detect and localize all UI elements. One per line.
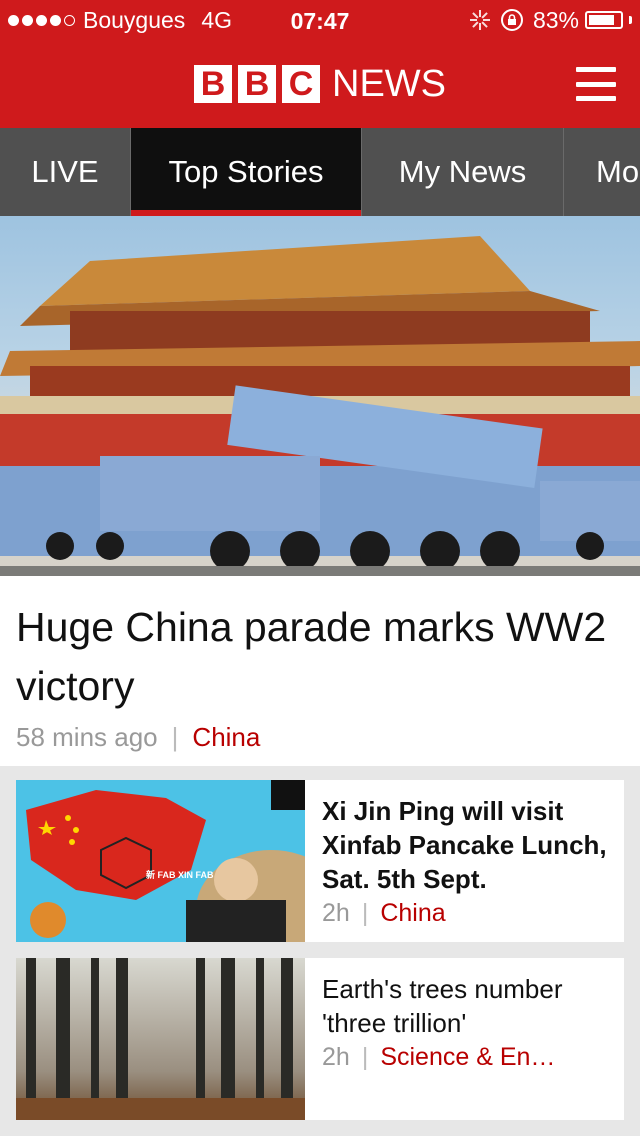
story-meta: 2h | Science & En…: [322, 1043, 610, 1072]
hero-meta: 58 mins ago | China: [16, 722, 624, 753]
story-list: 新 FAB XIN FAB Xi Jin Ping will visit Xin…: [0, 766, 640, 1120]
app-header: B B C NEWS: [0, 40, 640, 128]
story-category-link[interactable]: China: [380, 899, 445, 928]
logo-letter-b1: B: [194, 65, 232, 103]
activity-spinner-icon: [469, 9, 491, 31]
top-bar: Bouygues 4G 07:47 83% B B C NEWS: [0, 0, 640, 128]
battery-icon: [585, 11, 623, 29]
carrier-name: Bouygues: [83, 6, 186, 33]
status-bar: Bouygues 4G 07:47 83%: [0, 0, 640, 40]
hero-headline[interactable]: Huge China parade marks WW2 victory: [16, 598, 624, 716]
list-item[interactable]: Earth's trees number 'three trillion' 2h…: [16, 958, 624, 1120]
thumbnail-caption: 新 FAB XIN FAB: [146, 870, 214, 880]
bbc-news-logo[interactable]: B B C NEWS: [194, 63, 446, 106]
network-type: 4G: [201, 6, 232, 33]
story-headline[interactable]: Earth's trees number 'three trillion': [322, 972, 610, 1040]
signal-strength-icon: [8, 14, 75, 26]
story-headline[interactable]: Xi Jin Ping will visit Xinfab Pancake Lu…: [322, 794, 610, 896]
hero-story[interactable]: Huge China parade marks WW2 victory 58 m…: [0, 216, 640, 766]
meta-divider: |: [171, 722, 179, 752]
hero-image: [0, 216, 640, 576]
tab-label: My News: [398, 154, 527, 189]
story-meta: 2h | China: [322, 899, 610, 928]
hero-category-link[interactable]: China: [192, 722, 260, 753]
meta-divider: |: [361, 1043, 369, 1071]
hero-timestamp: 58 mins ago: [16, 722, 158, 752]
story-category-link[interactable]: Science & En…: [380, 1043, 555, 1072]
tab-my-news[interactable]: My News: [362, 128, 564, 216]
hero-text: Huge China parade marks WW2 victory 58 m…: [0, 576, 640, 766]
battery-indicator: 83%: [533, 7, 632, 34]
tab-top-stories[interactable]: Top Stories: [131, 128, 362, 216]
tab-label: Top Stories: [168, 154, 324, 189]
story-thumbnail: [16, 958, 305, 1120]
logo-word: NEWS: [332, 62, 446, 105]
story-timestamp: 2h: [322, 1043, 350, 1071]
meta-divider: |: [361, 899, 369, 927]
story-text: Earth's trees number 'three trillion' 2h…: [305, 958, 624, 1120]
story-thumbnail: 新 FAB XIN FAB: [16, 780, 305, 942]
tab-label: Mo: [596, 154, 640, 189]
story-timestamp: 2h: [322, 899, 350, 927]
tab-label: LIVE: [31, 154, 99, 189]
logo-letter-b2: B: [238, 65, 276, 103]
tab-more[interactable]: Mo: [564, 128, 640, 216]
list-item[interactable]: 新 FAB XIN FAB Xi Jin Ping will visit Xin…: [16, 780, 624, 942]
battery-percent: 83%: [532, 6, 579, 33]
rotation-lock-icon: [500, 9, 523, 31]
logo-letter-c: C: [282, 65, 320, 103]
tab-live[interactable]: LIVE: [0, 128, 131, 216]
section-tabs: LIVE Top Stories My News Mo: [0, 128, 640, 216]
story-text: Xi Jin Ping will visit Xinfab Pancake Lu…: [305, 780, 624, 942]
hamburger-icon[interactable]: [576, 67, 616, 101]
